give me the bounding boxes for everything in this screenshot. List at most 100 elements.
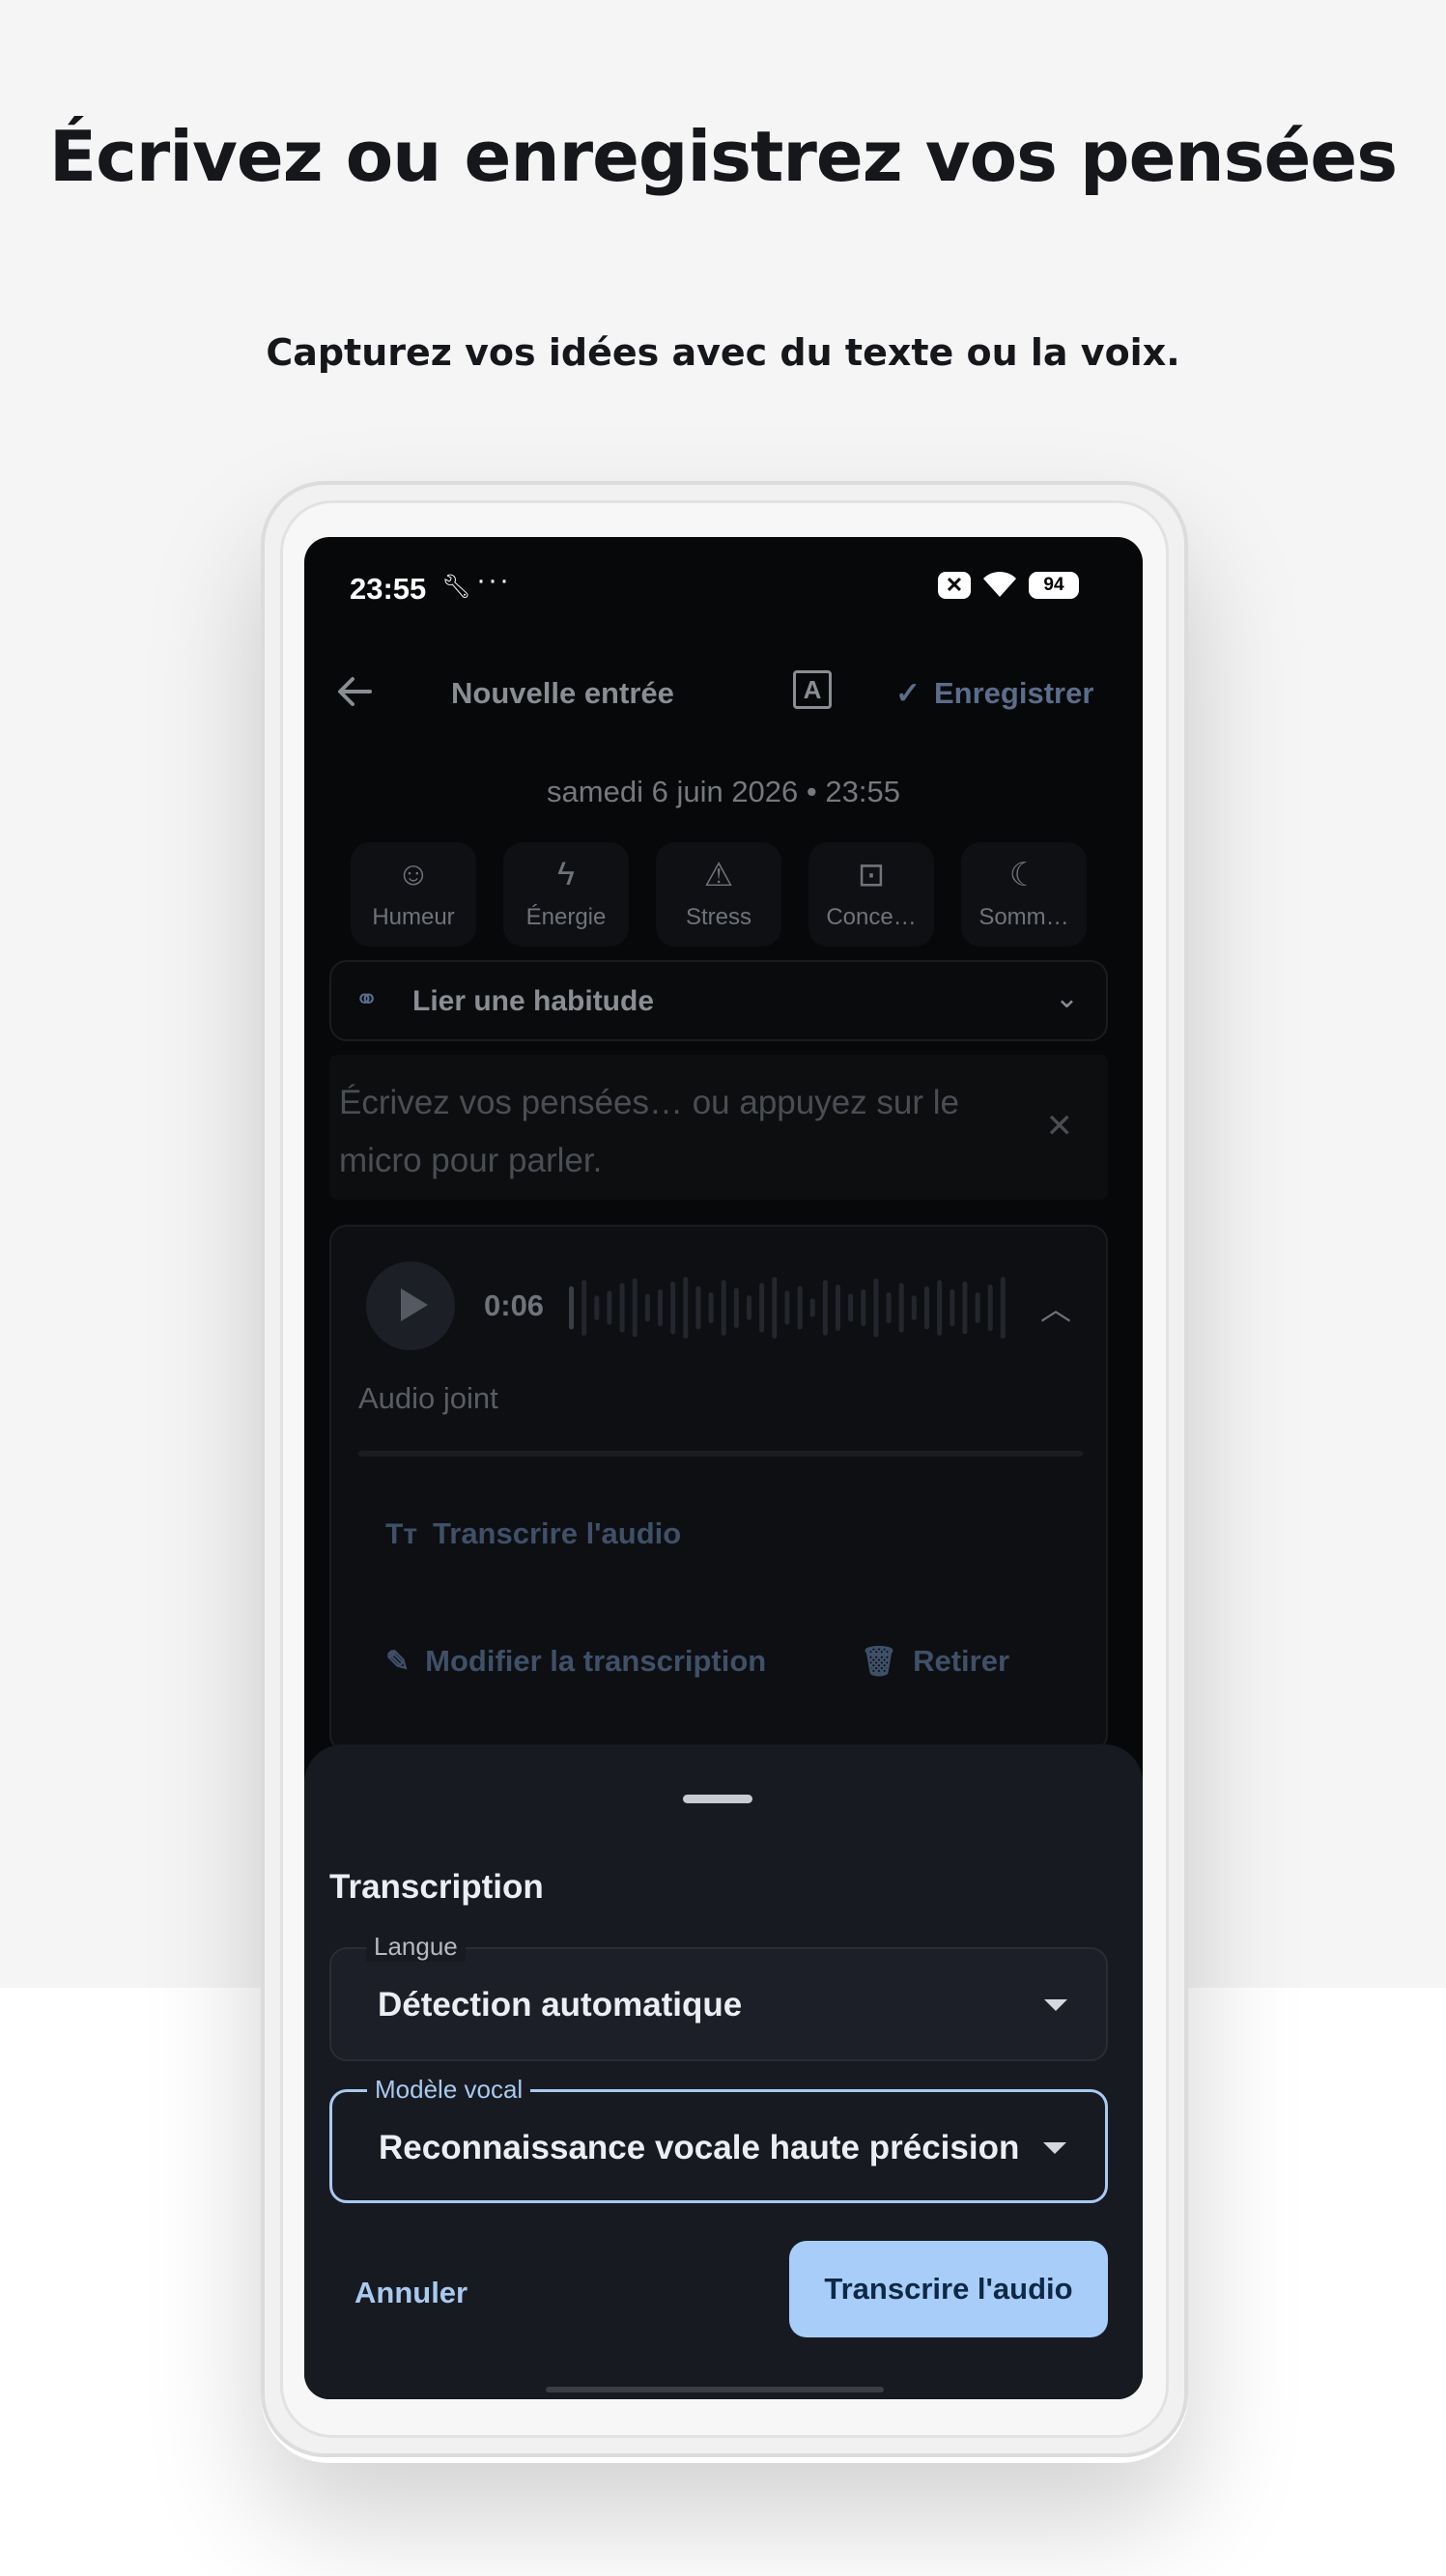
waveform-bar	[1000, 1277, 1006, 1339]
waveform-bar	[975, 1292, 980, 1323]
link-icon: ⚭	[354, 984, 380, 1016]
screen-title: Nouvelle entrée	[451, 676, 674, 710]
gesture-nav-bar	[546, 2387, 884, 2392]
play-icon	[401, 1288, 428, 1321]
cancel-button[interactable]: Annuler	[354, 2276, 468, 2310]
waveform-bar	[569, 1286, 574, 1330]
entry-placeholder: Écrivez vos pensées… ou appuyez sur le m…	[339, 1084, 959, 1179]
edit-label: Modifier la transcription	[425, 1644, 767, 1678]
waveform-bar	[911, 1295, 917, 1320]
audio-duration: 0:06	[484, 1288, 545, 1322]
waveform-bar	[721, 1280, 726, 1336]
status-time: 23:55	[350, 572, 427, 606]
waveform-bar	[861, 1288, 866, 1327]
entry-text-input[interactable]: Écrivez vos pensées… ou appuyez sur le m…	[329, 1055, 1108, 1200]
waveform-bar	[772, 1277, 778, 1339]
warning-icon: ⚠	[703, 857, 734, 893]
pencil-icon: ✎	[385, 1646, 411, 1678]
waveform-bar	[658, 1288, 663, 1327]
waveform-bar	[683, 1277, 689, 1339]
back-arrow-icon[interactable]	[333, 670, 376, 713]
sheet-title: Transcription	[329, 1868, 544, 1906]
chip-label: Somm…	[978, 904, 1069, 930]
link-habit-label: Lier une habitude	[412, 985, 655, 1017]
chip-label: Conce…	[826, 904, 917, 930]
no-sim-icon: ✕	[938, 572, 971, 599]
voice-model-select[interactable]: Modèle vocal Reconnaissance vocale haute…	[329, 2075, 1108, 2203]
waveform-bar	[848, 1293, 854, 1322]
audio-attached-label: Audio joint	[358, 1381, 498, 1415]
waveform-bar	[695, 1286, 701, 1330]
transcription-sheet: Transcription Langue Détection automatiq…	[304, 1744, 1143, 2399]
save-button[interactable]: ✓ Enregistrer	[895, 676, 1093, 711]
app-bar: Nouvelle entrée A ✓ Enregistrer	[304, 639, 1143, 746]
waveform-bar	[784, 1290, 790, 1325]
chip-stress[interactable]: ⚠ Stress	[656, 842, 781, 947]
waveform-bar	[962, 1281, 968, 1335]
moon-icon: ☾	[1008, 857, 1039, 893]
language-select[interactable]: Langue Détection automatique	[329, 1932, 1108, 2061]
focus-icon: ⊡	[857, 857, 886, 893]
waveform-bar	[937, 1280, 943, 1336]
save-label: Enregistrer	[933, 676, 1094, 710]
bolt-icon: ϟ	[557, 856, 575, 892]
transcribe-audio-button[interactable]: Tт Transcrire l'audio	[385, 1516, 681, 1551]
phone-screen: 23:55 🔧︎ ··· ✕ 94 Nouvelle entrée A ✓ Enr…	[304, 537, 1143, 2399]
waveform-bar	[886, 1292, 892, 1323]
clear-icon[interactable]: ✕	[1046, 1107, 1074, 1146]
voice-model-label: Modèle vocal	[367, 2075, 531, 2105]
waveform-bar	[670, 1281, 676, 1335]
headline: Écrivez ou enregistrez vos pensées	[48, 116, 1398, 197]
transcribe-confirm-button[interactable]: Transcrire l'audio	[789, 2241, 1108, 2337]
check-icon: ✓	[895, 676, 921, 710]
voice-model-value: Reconnaissance vocale haute précision	[379, 2129, 1020, 2166]
text-format-icon[interactable]: A	[793, 670, 832, 709]
waveform-bar	[708, 1292, 714, 1323]
chip-focus[interactable]: ⊡ Conce…	[808, 842, 934, 947]
battery-icon: 94	[1029, 572, 1079, 599]
waveform-bar	[644, 1293, 650, 1322]
chip-label: Humeur	[372, 904, 455, 930]
entry-datetime[interactable]: samedi 6 juin 2026 • 23:55	[304, 775, 1143, 809]
language-value: Détection automatique	[378, 1986, 743, 2024]
transcribe-label: Transcrire l'audio	[433, 1516, 682, 1550]
drag-handle[interactable]	[683, 1795, 752, 1803]
chip-mood[interactable]: ☺ Humeur	[351, 842, 476, 947]
edit-transcription-button[interactable]: ✎ Modifier la transcription	[385, 1644, 766, 1679]
metric-chips: ☺ Humeur ϟ Énergie ⚠ Stress ⊡ Conce… ☾ S…	[351, 842, 1104, 948]
waveform-bar	[924, 1286, 929, 1330]
wifi-icon	[983, 571, 1016, 597]
chip-energy[interactable]: ϟ Énergie	[503, 842, 629, 947]
language-label: Langue	[366, 1932, 466, 1962]
text-size-icon: Tт	[385, 1518, 418, 1550]
chip-sleep[interactable]: ☾ Somm…	[961, 842, 1087, 947]
waveform-bar	[733, 1288, 739, 1328]
waveform-bar	[747, 1295, 751, 1320]
waveform-bar	[898, 1283, 904, 1333]
dropdown-caret-icon	[1044, 1999, 1067, 2011]
chip-label: Énergie	[525, 904, 607, 930]
waveform-bar	[950, 1288, 955, 1327]
status-bar: 23:55 🔧︎ ··· ✕ 94	[304, 537, 1143, 639]
play-button[interactable]	[366, 1261, 455, 1350]
waveform-bar	[759, 1283, 765, 1333]
waveform-bar	[607, 1290, 612, 1325]
remove-label: Retirer	[913, 1644, 1010, 1678]
dropdown-caret-icon	[1043, 2142, 1066, 2154]
chevron-up-icon[interactable]: ︿	[1040, 1285, 1071, 1329]
audio-attachment-card: 0:06 ︿ Audio joint Tт Transcrire l'audio …	[329, 1225, 1108, 1752]
wrench-icon: 🔧︎	[441, 574, 471, 600]
waveform[interactable]	[567, 1277, 1011, 1339]
link-habit-dropdown[interactable]: ⚭ Lier une habitude ⌄	[329, 960, 1108, 1041]
waveform-bar	[632, 1278, 638, 1338]
waveform-bar	[619, 1283, 625, 1333]
remove-audio-button[interactable]: 🗑︎ Retirer	[861, 1644, 1009, 1679]
subheadline: Capturez vos idées avec du texte ou la v…	[266, 331, 1180, 374]
waveform-bar	[987, 1285, 993, 1331]
chevron-down-icon: ⌄	[1054, 982, 1079, 1014]
waveform-bar	[873, 1278, 879, 1338]
waveform-bar	[797, 1286, 803, 1330]
smiley-icon: ☺	[396, 856, 431, 892]
more-notifications-icon: ···	[476, 564, 511, 596]
chip-label: Stress	[685, 904, 751, 930]
